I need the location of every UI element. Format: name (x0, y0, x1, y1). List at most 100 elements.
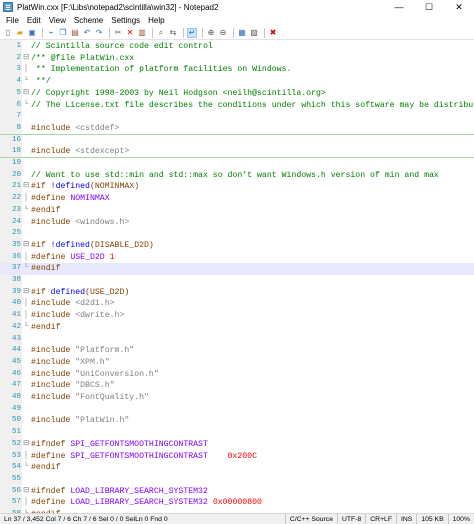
code-line[interactable]: 23 └ #endif (0, 205, 474, 217)
code-line[interactable]: 21 ⊟ #if !defined(NOMINMAX) (0, 181, 474, 193)
code-token: USE_D2D (70, 252, 110, 262)
fold-marker-icon[interactable]: ⊟ (23, 53, 29, 65)
menu-settings[interactable]: Settings (107, 16, 144, 25)
code-line[interactable]: 48 #include "FontQuality.h" (0, 392, 474, 404)
zoom-in-icon[interactable]: ⊕ (206, 28, 216, 38)
code-line[interactable]: 20 // Want to use std::min and std::max s… (0, 170, 474, 182)
line-number: 45 (11, 357, 21, 366)
status-ins[interactable]: INS (397, 513, 418, 524)
code-line[interactable]: 55 (0, 474, 474, 486)
settings-icon[interactable]: ▧ (249, 28, 259, 38)
paste-icon[interactable]: ▤ (70, 28, 80, 38)
status-encoding[interactable]: UTF-8 (338, 513, 367, 524)
code-line[interactable]: 1 // Scintilla source code edit control (0, 41, 474, 53)
close-button[interactable]: ✕ (444, 0, 474, 14)
code-line[interactable]: 53 │ #define SPI_GETFONTSMOOTHINGCONTRAST … (0, 451, 474, 463)
save-icon[interactable]: ▣ (27, 28, 37, 38)
word-wrap-icon[interactable]: ↵ (187, 28, 197, 38)
code-line[interactable]: 6 └// The License.txt file describes the … (0, 100, 474, 112)
cut-scissors-icon[interactable]: ✂ (113, 28, 123, 38)
code-token: #ifndef (31, 486, 71, 496)
code-line[interactable]: 44 #include "Platform.h" (0, 345, 474, 357)
code-line[interactable]: 56 ⊟ #ifndef LOAD_LIBRARY_SEARCH_SYSTEM32 (0, 486, 474, 498)
code-text: #include "FontQuality.h" (31, 392, 149, 404)
code-line[interactable]: 52 ⊟ #ifndef SPI_GETFONTSMOOTHINGCONTRAST (0, 439, 474, 451)
code-line[interactable]: 47 #include "DBCS.h" (0, 380, 474, 392)
toolbar: ▯ ▰ ▣ ⌁ ❐ ▤ ↶ ↷ ✂ ✕ ▥ ⌕ ⇆ ↵ ⊕ ⊖ ▦ ▧ ✖ (0, 27, 474, 40)
code-line[interactable]: 8 #include <cstddef> (0, 123, 474, 135)
code-line[interactable]: 16 (0, 135, 474, 147)
status-eol[interactable]: CR+LF (366, 513, 397, 524)
menu-edit[interactable]: Edit (23, 16, 45, 25)
status-zoom[interactable]: 100% (449, 514, 474, 524)
status-lexer[interactable]: C/C++ Source (286, 513, 338, 524)
code-token: <cstddef> (75, 123, 120, 133)
fold-marker-icon[interactable]: ⊟ (23, 88, 29, 100)
code-text: #ifndef SPI_GETFONTSMOOTHINGCONTRAST (31, 439, 208, 451)
new-file-icon[interactable]: ▯ (3, 28, 13, 38)
scheme-icon[interactable]: ▦ (237, 28, 247, 38)
code-line[interactable]: 24 #include <windows.h> (0, 217, 474, 229)
line-number: 25 (11, 229, 21, 238)
code-token: SPI_GETFONTSMOOTHINGCONTRAST (70, 439, 208, 449)
line-number: 18 (11, 147, 21, 156)
menu-file[interactable]: File (2, 16, 23, 25)
menu-view[interactable]: View (45, 16, 70, 25)
code-token: #include (31, 299, 76, 309)
editor-area[interactable]: 1// Scintilla source code edit control 2 ⊟… (0, 40, 474, 513)
find-icon[interactable]: ⌕ (156, 28, 166, 38)
fold-marker-icon[interactable]: ⊟ (23, 287, 29, 299)
code-line[interactable]: 45 #include "XPM.h" (0, 357, 474, 369)
undo-icon[interactable]: ↶ (82, 28, 92, 38)
code-line[interactable]: 35 ⊟ #if !defined(DISABLE_D2D) (0, 240, 474, 252)
code-line[interactable]: 41 │ #include <dwrite.h> (0, 310, 474, 322)
redo-icon[interactable]: ↷ (94, 28, 104, 38)
code-line[interactable]: 3 │ ** Implementation of platform facilit… (0, 64, 474, 76)
code-text: #endif (31, 462, 60, 474)
code-line[interactable]: 57 │ #define LOAD_LIBRARY_SEARCH_SYSTEM32 … (0, 497, 474, 509)
code-line[interactable]: 46 #include "UniConversion.h" (0, 369, 474, 381)
line-number: 19 (11, 159, 21, 167)
replace-icon[interactable]: ⇆ (168, 28, 178, 38)
code-text: #define SPI_GETFONTSMOOTHINGCONTRAST 0x2… (31, 451, 257, 463)
copy-icon[interactable]: ❐ (58, 28, 68, 38)
code-line[interactable]: 5 ⊟// Copyright 1998-2003 by Neil Hodgson… (0, 88, 474, 100)
code-line[interactable]: 37 └ #endif (0, 263, 474, 275)
zoom-out-icon[interactable]: ⊖ (218, 28, 228, 38)
code-token: defined (50, 287, 86, 297)
code-line[interactable]: 4 └ **/ (0, 76, 474, 88)
toolbar-separator (152, 28, 153, 38)
maximize-button[interactable]: ☐ (414, 0, 444, 14)
menu-help[interactable]: Help (144, 16, 168, 25)
fold-marker-icon[interactable]: ⊟ (23, 240, 29, 252)
code-line[interactable]: 51 (0, 427, 474, 439)
code-line[interactable]: 19 (0, 158, 474, 170)
code-line[interactable]: 22 │ #define NOMINMAX (0, 193, 474, 205)
code-text: #endif (31, 263, 60, 275)
line-number: 54 (11, 463, 21, 472)
code-line[interactable]: 40 │ #include <d2d1.h> (0, 298, 474, 310)
fold-marker-icon[interactable]: ⊟ (23, 486, 29, 498)
cut-icon[interactable]: ⌁ (46, 28, 56, 38)
clipboard-icon[interactable]: ▥ (137, 28, 147, 38)
minimize-button[interactable]: — (384, 0, 414, 14)
code-line[interactable]: 49 (0, 404, 474, 416)
fold-marker-icon[interactable]: ⊟ (23, 181, 29, 193)
code-line[interactable]: 36 │ #define USE_D2D 1 (0, 252, 474, 264)
menu-scheme[interactable]: Scheme (70, 16, 107, 25)
code-line[interactable]: 38 (0, 275, 474, 287)
open-folder-icon[interactable]: ▰ (15, 28, 25, 38)
code-line[interactable]: 25 (0, 228, 474, 240)
code-line[interactable]: 50 #include "PlatWin.h" (0, 415, 474, 427)
code-line[interactable]: 42 └ #endif (0, 322, 474, 334)
close-file-icon[interactable]: ✖ (268, 28, 278, 38)
code-text: // Copyright 1998-2003 by Neil Hodgson <… (31, 88, 326, 100)
fold-marker-icon[interactable]: ⊟ (23, 439, 29, 451)
code-line[interactable]: 43 (0, 334, 474, 346)
code-line[interactable]: 2 ⊟/** @file PlatWin.cxx (0, 53, 474, 65)
code-line[interactable]: 7 (0, 111, 474, 123)
code-line[interactable]: 39 ⊟ #if defined(USE_D2D) (0, 287, 474, 299)
code-line[interactable]: 18 #include <stdexcept> (0, 146, 474, 158)
delete-icon[interactable]: ✕ (125, 28, 135, 38)
code-line[interactable]: 54 └ #endif (0, 462, 474, 474)
